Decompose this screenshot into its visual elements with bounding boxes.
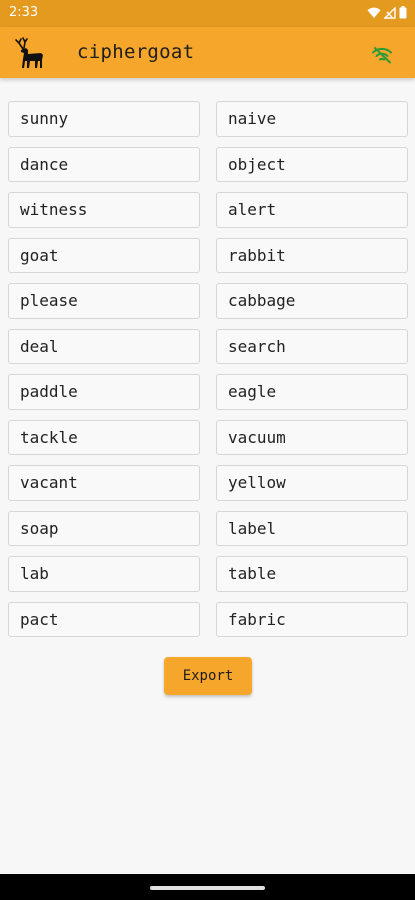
- status-icons: [367, 6, 407, 19]
- status-time: 2:33: [9, 5, 39, 20]
- word-field[interactable]: please: [8, 283, 200, 319]
- word-field[interactable]: alert: [216, 192, 408, 228]
- word-field[interactable]: soap: [8, 510, 200, 546]
- word-field[interactable]: pact: [8, 601, 200, 637]
- word-field[interactable]: search: [216, 328, 408, 364]
- wifi-signal-icon: [367, 7, 381, 18]
- battery-icon: [399, 6, 407, 19]
- export-button[interactable]: Export: [164, 657, 252, 695]
- word-field[interactable]: goat: [8, 237, 200, 273]
- word-field[interactable]: vacant: [8, 465, 200, 501]
- app-bar: ciphergoat: [0, 27, 415, 78]
- home-indicator[interactable]: [150, 886, 265, 890]
- word-field[interactable]: tackle: [8, 419, 200, 455]
- word-field[interactable]: label: [216, 510, 408, 546]
- word-field[interactable]: dance: [8, 146, 200, 182]
- navigation-bar: [0, 874, 415, 900]
- word-field[interactable]: paddle: [8, 374, 200, 410]
- cell-signal-icon: [384, 6, 396, 19]
- word-field[interactable]: fabric: [216, 601, 408, 637]
- app-title: ciphergoat: [77, 41, 195, 63]
- deer-logo-icon: [15, 37, 43, 68]
- word-grid: sunny naive dance object witness alert goat rab…: [8, 101, 408, 637]
- wifi-off-icon[interactable]: [371, 46, 393, 64]
- word-field[interactable]: rabbit: [216, 237, 408, 273]
- word-field[interactable]: lab: [8, 556, 200, 592]
- word-field[interactable]: naive: [216, 101, 408, 137]
- word-field[interactable]: object: [216, 146, 408, 182]
- word-field[interactable]: witness: [8, 192, 200, 228]
- word-field[interactable]: yellow: [216, 465, 408, 501]
- word-field[interactable]: eagle: [216, 374, 408, 410]
- word-field[interactable]: cabbage: [216, 283, 408, 319]
- word-field[interactable]: table: [216, 556, 408, 592]
- status-bar: 2:33: [0, 0, 415, 27]
- word-field[interactable]: vacuum: [216, 419, 408, 455]
- word-field[interactable]: sunny: [8, 101, 200, 137]
- word-field[interactable]: deal: [8, 328, 200, 364]
